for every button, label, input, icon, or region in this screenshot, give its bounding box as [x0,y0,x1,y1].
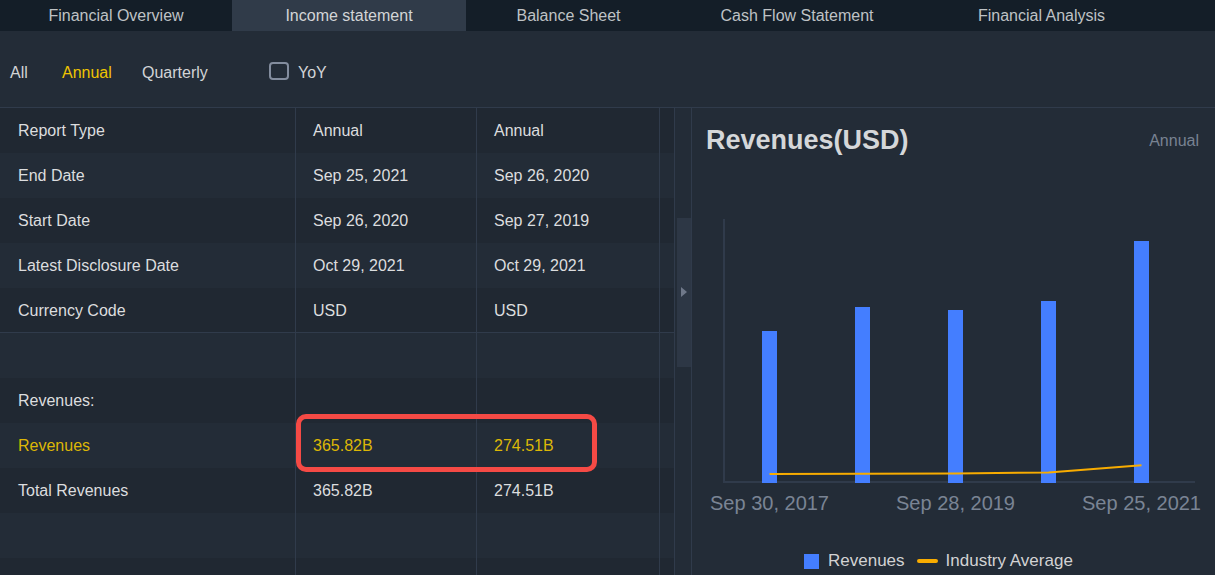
tab-financial-overview[interactable]: Financial Overview [0,0,232,31]
tab-balance-sheet[interactable]: Balance Sheet [466,0,671,31]
table-cell: Annual [477,108,660,153]
table-cell [477,513,660,558]
expand-arrow-icon [681,287,687,297]
table-row[interactable] [0,513,675,558]
table-cell: Revenues: [0,378,296,423]
table-cell [0,513,296,558]
table-cell [0,333,296,378]
table-cell: Oct 29, 2021 [296,243,477,288]
x-axis-label: Sep 25, 2021 [1082,492,1201,515]
table-row[interactable]: Latest Disclosure DateOct 29, 2021Oct 29… [0,243,675,288]
panel-expand-handle[interactable] [677,218,691,367]
table-row[interactable]: Currency CodeUSDUSD [0,288,675,333]
table-cell [0,558,296,575]
table-cell: Currency Code [0,288,296,333]
table-row[interactable]: Revenues365.82B274.51B [0,423,675,468]
table-cell [296,558,477,575]
table-cell: Oct 29, 2021 [477,243,660,288]
table-cell: 274.51B [477,468,660,513]
table-cell [477,378,660,423]
table-cell: Latest Disclosure Date [0,243,296,288]
filter-quarterly[interactable]: Quarterly [142,62,208,83]
table-cell: Sep 27, 2019 [477,198,660,243]
table-cell: USD [477,288,660,333]
table-cell [296,378,477,423]
filter-all[interactable]: All [10,62,28,83]
legend-industry-average-swatch[interactable] [917,559,938,563]
table-cell: Sep 25, 2021 [296,153,477,198]
table-cell: Report Type [0,108,296,153]
yoy-label[interactable]: YoY [298,62,327,83]
table-cell [660,513,675,558]
table-cell: 365.82B [296,468,477,513]
table-cell [296,333,477,378]
x-axis-label: Sep 28, 2019 [896,492,1015,515]
table-row[interactable]: End DateSep 25, 2021Sep 26, 2020 [0,153,675,198]
table-cell [660,378,675,423]
table-cell: 274.51B [477,423,660,468]
table-cell [477,333,660,378]
legend-revenues-label[interactable]: Revenues [828,551,905,571]
yoy-checkbox[interactable] [269,62,289,80]
table-cell: 365.82B [296,423,477,468]
table-cell [477,558,660,575]
table-row[interactable]: Revenues: [0,378,675,423]
tab-financial-analysis[interactable]: Financial Analysis [923,0,1160,31]
x-axis-label: Sep 30, 2017 [710,492,829,515]
table-row[interactable] [0,558,675,575]
chart-legend: Revenues Industry Average [804,550,1073,572]
table-cell: Revenues [0,423,296,468]
filter-annual[interactable]: Annual [62,62,112,83]
legend-industry-average-label[interactable]: Industry Average [946,551,1073,571]
table-row[interactable]: Start DateSep 26, 2020Sep 27, 2019 [0,198,675,243]
table-cell: Annual [296,108,477,153]
table-cell: Total Revenues [0,468,296,513]
table-cell [660,243,675,288]
table-row[interactable]: Total Revenues365.82B274.51B [0,468,675,513]
table-cell [660,468,675,513]
legend-revenues-swatch[interactable] [804,554,819,569]
tab-cash-flow-statement[interactable]: Cash Flow Statement [671,0,923,31]
table-cell: End Date [0,153,296,198]
table-cell: USD [296,288,477,333]
chart-panel: Revenues(USD) Annual Sep 30, 2017Sep 28,… [691,107,1215,575]
table-cell: Sep 26, 2020 [477,153,660,198]
tab-bar: Financial Overview Income statement Bala… [0,0,1215,31]
tab-income-statement[interactable]: Income statement [232,0,466,31]
table-cell [660,288,675,333]
table-cell [660,198,675,243]
table-cell: Sep 26, 2020 [296,198,477,243]
table-cell [660,423,675,468]
table-cell [660,153,675,198]
table-row[interactable]: Report TypeAnnualAnnual [0,108,675,153]
table-row[interactable] [0,333,675,378]
table-cell [296,513,477,558]
table-cell [660,108,675,153]
financial-table: Report TypeAnnualAnnualEnd DateSep 25, 2… [0,108,675,575]
table-cell [660,333,675,378]
table-cell [660,558,675,575]
table-cell: Start Date [0,198,296,243]
filter-bar: All Annual Quarterly YoY [0,31,1215,107]
